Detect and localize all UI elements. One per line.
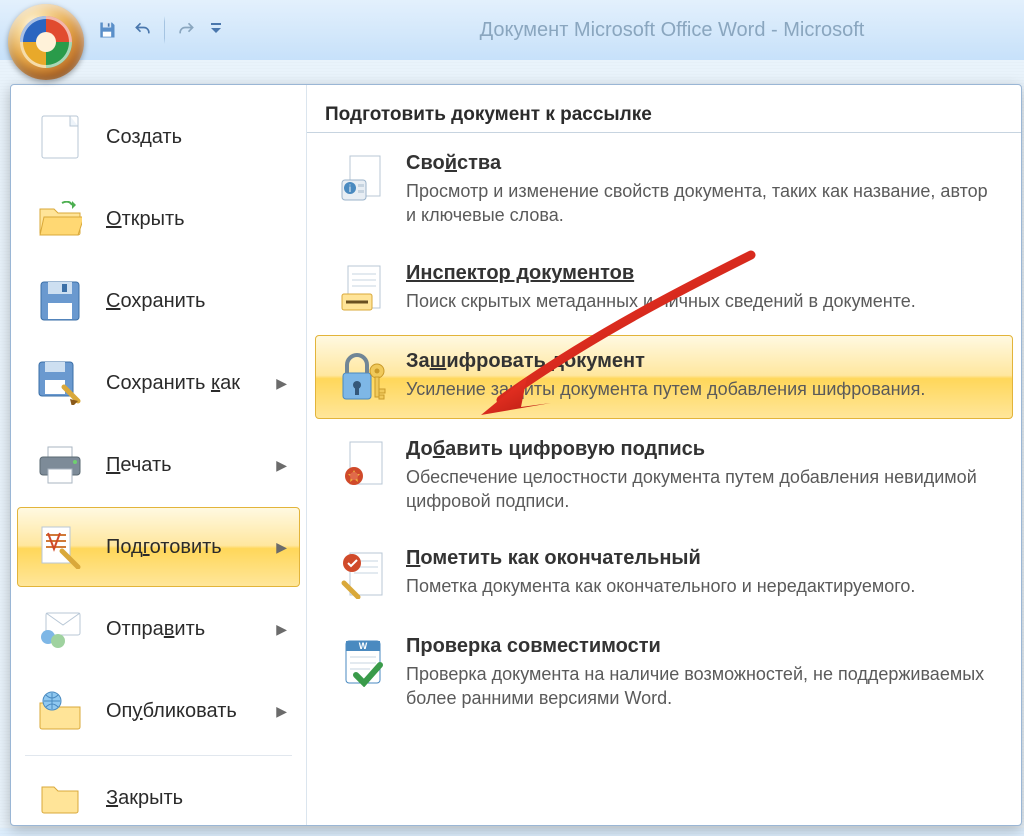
option-description: Поиск скрытых метаданных и личных сведен… <box>406 289 992 313</box>
menu-label: Закрыть <box>106 787 279 810</box>
svg-text:i: i <box>349 184 351 195</box>
floppy-save-icon <box>38 279 82 323</box>
option-description: Пометка документа как окончательного и н… <box>406 574 992 598</box>
option-title: Добавить цифровую подпись <box>406 438 992 461</box>
encrypt-lock-icon <box>336 350 390 404</box>
folder-close-icon <box>38 776 82 820</box>
option-inspect-document[interactable]: Инспектор документов Поиск скрытых метад… <box>315 247 1013 331</box>
menu-item-save[interactable]: Сохранить <box>17 261 300 341</box>
menu-item-create[interactable]: Создать <box>17 97 300 177</box>
option-add-signature[interactable]: Добавить цифровую подпись Обеспечение це… <box>315 423 1013 529</box>
menu-label: Опубликовать <box>106 700 279 723</box>
publish-icon <box>38 689 82 733</box>
submenu-arrow-icon: ▶ <box>276 703 287 720</box>
qat-customize-dropdown[interactable] <box>207 15 225 45</box>
menu-item-publish[interactable]: Опубликовать ▶ <box>17 671 300 751</box>
submenu-arrow-icon: ▶ <box>276 375 287 392</box>
folder-open-icon <box>38 197 82 241</box>
qat-save-button[interactable] <box>92 15 122 45</box>
menu-label: Подготовить <box>106 536 279 559</box>
option-title: Пометить как окончательный <box>406 547 992 570</box>
submenu-arrow-icon: ▶ <box>276 457 287 474</box>
quick-access-toolbar <box>92 15 225 45</box>
menu-item-close[interactable]: Закрыть <box>17 760 300 836</box>
option-description: Обеспечение целостности документа путем … <box>406 465 992 514</box>
prepare-icon <box>38 525 82 569</box>
qat-separator <box>164 16 165 44</box>
qat-undo-button[interactable] <box>128 15 158 45</box>
qat-redo-button[interactable] <box>171 15 201 45</box>
menu-item-prepare[interactable]: Подготовить ▶ <box>17 507 300 587</box>
option-description: Просмотр и изменение свойств документа, … <box>406 179 992 228</box>
option-description: Проверка документа на наличие возможност… <box>406 662 992 711</box>
option-title: Зашифровать документ <box>406 350 992 373</box>
submenu-arrow-icon: ▶ <box>276 621 287 638</box>
menu-label: Создать <box>106 126 279 149</box>
option-title: Проверка совместимости <box>406 635 992 658</box>
option-mark-final[interactable]: Пометить как окончательный Пометка докум… <box>315 532 1013 616</box>
option-properties[interactable]: i Свойства Просмотр и изменение свойств … <box>315 137 1013 243</box>
menu-label: Отправить <box>106 618 279 641</box>
office-menu-right-column: Подготовить документ к рассылке i Свойст… <box>307 85 1021 825</box>
inspector-icon <box>336 262 390 316</box>
office-button[interactable] <box>8 4 84 80</box>
menu-item-open[interactable]: Открыть <box>17 179 300 259</box>
send-icon <box>38 607 82 651</box>
floppy-saveas-icon <box>38 361 82 405</box>
option-title: Инспектор документов <box>406 262 992 285</box>
office-menu-panel: Создать Открыть Сохранить Сохранить как … <box>10 84 1022 826</box>
right-panel-header: Подготовить документ к рассылке <box>307 85 1021 133</box>
menu-label: Сохранить как <box>106 372 279 395</box>
window-title: Документ Microsoft Office Word - Microso… <box>480 19 865 42</box>
menu-label: Сохранить <box>106 290 279 313</box>
submenu-arrow-icon: ▶ <box>276 539 287 556</box>
menu-item-send[interactable]: Отправить ▶ <box>17 589 300 669</box>
signature-icon <box>336 438 390 492</box>
mark-final-icon <box>336 547 390 601</box>
option-compatibility-check[interactable]: W Проверка совместимости Проверка докуме… <box>315 620 1013 726</box>
properties-icon: i <box>336 152 390 206</box>
menu-separator <box>25 755 292 756</box>
option-title: Свойства <box>406 152 992 175</box>
printer-icon <box>38 443 82 487</box>
new-document-icon <box>38 115 82 159</box>
option-description: Усиление защиты документа путем добавлен… <box>406 377 992 401</box>
option-encrypt-document[interactable]: Зашифровать документ Усиление защиты док… <box>315 335 1013 419</box>
menu-label: Открыть <box>106 208 279 231</box>
titlebar: Документ Microsoft Office Word - Microso… <box>0 0 1024 60</box>
menu-item-print[interactable]: Печать ▶ <box>17 425 300 505</box>
menu-item-save-as[interactable]: Сохранить как ▶ <box>17 343 300 423</box>
office-menu-left-column: Создать Открыть Сохранить Сохранить как … <box>11 85 307 825</box>
prepare-options-list: i Свойства Просмотр и изменение свойств … <box>307 133 1021 825</box>
compatibility-icon: W <box>336 635 390 689</box>
svg-text:W: W <box>359 641 368 651</box>
menu-label: Печать <box>106 454 279 477</box>
